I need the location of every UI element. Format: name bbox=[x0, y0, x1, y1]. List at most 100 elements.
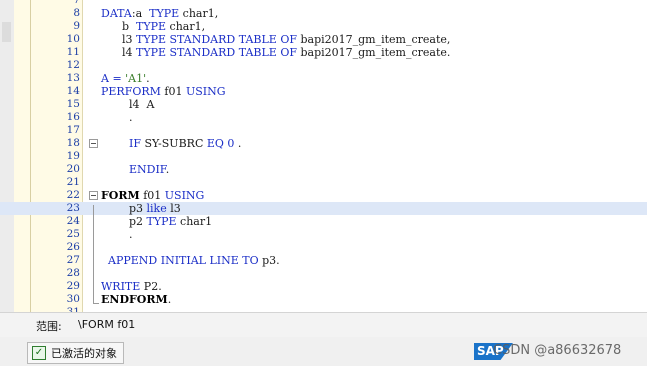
code-token: PERFORM bbox=[101, 85, 161, 98]
code-token: FORM bbox=[101, 189, 140, 202]
collapse-icon[interactable] bbox=[89, 139, 98, 148]
line-number: 29 bbox=[66, 280, 80, 292]
csdn-watermark: CSDN @a86632678 bbox=[493, 343, 622, 358]
code-token: bapi2017_gm_item_create, bbox=[296, 33, 451, 46]
code-token: . bbox=[101, 228, 133, 241]
code-line[interactable]: 29 WRITE P2. bbox=[0, 280, 647, 293]
line-number: 7 bbox=[73, 0, 80, 6]
code-token: a bbox=[135, 7, 150, 20]
code-line[interactable]: 13 A = 'A1'. bbox=[0, 72, 647, 85]
code-editor[interactable]: 7 8 DATA:a TYPE char1, 9 b TYPE char1, 10 l3… bbox=[0, 0, 647, 312]
code-token: USING bbox=[164, 189, 205, 202]
scope-value: \FORM f01 bbox=[78, 318, 136, 331]
code-token: TYPE STANDARD TABLE OF bbox=[136, 46, 297, 59]
code-line[interactable]: 9 b TYPE char1, bbox=[0, 20, 647, 33]
code-line[interactable]: 15 l4 A bbox=[0, 98, 647, 111]
code-line[interactable]: 14 PERFORM f01 USING bbox=[0, 85, 647, 98]
code-token: f01 bbox=[160, 85, 186, 98]
form-fold-guide bbox=[93, 205, 94, 303]
code-token: IF bbox=[128, 137, 141, 150]
code-token: char1, bbox=[179, 7, 219, 20]
code-text: ENDIF. bbox=[101, 163, 169, 176]
code-text: l4 TYPE STANDARD TABLE OF bapi2017_gm_it… bbox=[101, 46, 450, 59]
code-line[interactable]: 16 . bbox=[0, 111, 647, 124]
line-number: 13 bbox=[66, 72, 80, 84]
scope-bar: 范围: \FORM f01 bbox=[0, 312, 647, 338]
code-line[interactable]: 11 l4 TYPE STANDARD TABLE OF bapi2017_gm… bbox=[0, 46, 647, 59]
code-token: l3 bbox=[166, 202, 181, 215]
checkmark-icon: ✓ bbox=[32, 346, 46, 360]
code-text: p3 like l3 bbox=[101, 202, 181, 215]
code-line[interactable]: 19 bbox=[0, 150, 647, 163]
collapse-icon[interactable] bbox=[89, 191, 98, 200]
line-number: 25 bbox=[66, 228, 80, 240]
active-objects-label: 已激活的对象 bbox=[51, 347, 117, 360]
code-line[interactable]: 8 DATA:a TYPE char1, bbox=[0, 7, 647, 20]
code-token: A = bbox=[101, 72, 126, 85]
form-fold-end bbox=[93, 303, 99, 304]
code-token: EQ bbox=[206, 137, 224, 150]
code-text: DATA:a TYPE char1, bbox=[101, 7, 218, 20]
code-token: b bbox=[101, 20, 137, 33]
code-text: p2 TYPE char1 bbox=[101, 215, 212, 228]
code-text: A = 'A1'. bbox=[101, 72, 150, 85]
code-text: l3 TYPE STANDARD TABLE OF bapi2017_gm_it… bbox=[101, 33, 450, 46]
line-number: 10 bbox=[66, 33, 80, 45]
code-line[interactable]: 26 bbox=[0, 241, 647, 254]
line-number: 23 bbox=[66, 202, 80, 214]
code-line[interactable]: 21 bbox=[0, 176, 647, 189]
line-number: 14 bbox=[66, 85, 80, 97]
line-number: 27 bbox=[66, 254, 80, 266]
line-number: 15 bbox=[66, 98, 80, 110]
code-line[interactable]: 18 IF SY-SUBRC EQ 0 . bbox=[0, 137, 647, 150]
code-line[interactable]: 23 p3 like l3 bbox=[0, 202, 647, 215]
code-line[interactable]: 10 l3 TYPE STANDARD TABLE OF bapi2017_gm… bbox=[0, 33, 647, 46]
code-token: USING bbox=[185, 85, 226, 98]
line-number: 21 bbox=[66, 176, 80, 188]
code-line[interactable]: 24 p2 TYPE char1 bbox=[0, 215, 647, 228]
code-token: ENDIF bbox=[128, 163, 166, 176]
code-line[interactable]: 30 ENDFORM. bbox=[0, 293, 647, 306]
code-line[interactable]: 20 ENDIF. bbox=[0, 163, 647, 176]
code-text: IF SY-SUBRC EQ 0 . bbox=[101, 137, 241, 150]
code-line[interactable]: 12 bbox=[0, 59, 647, 72]
line-number: 22 bbox=[66, 189, 80, 201]
code-token: p2 bbox=[101, 215, 147, 228]
code-line[interactable]: 27 APPEND INITIAL LINE TO p3. bbox=[0, 254, 647, 267]
code-token: TYPE bbox=[146, 215, 177, 228]
code-line[interactable]: 22 FORM f01 USING bbox=[0, 189, 647, 202]
code-line[interactable]: 17 bbox=[0, 124, 647, 137]
code-token: DATA bbox=[101, 7, 132, 20]
code-line[interactable]: 25 . bbox=[0, 228, 647, 241]
code-text: FORM f01 USING bbox=[101, 189, 204, 202]
code-token: 'A1' bbox=[125, 72, 147, 85]
line-number: 8 bbox=[73, 7, 80, 19]
code-token: . bbox=[234, 137, 242, 150]
line-number: 24 bbox=[66, 215, 80, 227]
code-token: char1 bbox=[176, 215, 213, 228]
code-token: p3. bbox=[258, 254, 280, 267]
line-number: 9 bbox=[73, 20, 80, 32]
line-number: 26 bbox=[66, 241, 80, 253]
line-number: 19 bbox=[66, 150, 80, 162]
active-objects-tab[interactable]: ✓ 已激活的对象 bbox=[27, 342, 124, 364]
code-token: f01 bbox=[139, 189, 165, 202]
line-number: 17 bbox=[66, 124, 80, 136]
code-line[interactable]: 28 bbox=[0, 267, 647, 280]
code-token: l4 A bbox=[101, 98, 155, 111]
code-text: APPEND INITIAL LINE TO p3. bbox=[101, 254, 280, 267]
line-number: 20 bbox=[66, 163, 80, 175]
scope-label: 范围: bbox=[36, 320, 62, 333]
code-token: l3 bbox=[101, 33, 136, 46]
code-text: . bbox=[101, 228, 133, 241]
code-token: l4 bbox=[101, 46, 136, 59]
line-number: 12 bbox=[66, 59, 80, 71]
code-token: bapi2017_gm_item_create. bbox=[296, 46, 451, 59]
code-text: PERFORM f01 USING bbox=[101, 85, 226, 98]
code-line[interactable]: 7 bbox=[0, 0, 647, 7]
line-number: 30 bbox=[66, 293, 80, 305]
code-token: SY-SUBRC bbox=[140, 137, 207, 150]
line-number: 11 bbox=[66, 46, 80, 58]
